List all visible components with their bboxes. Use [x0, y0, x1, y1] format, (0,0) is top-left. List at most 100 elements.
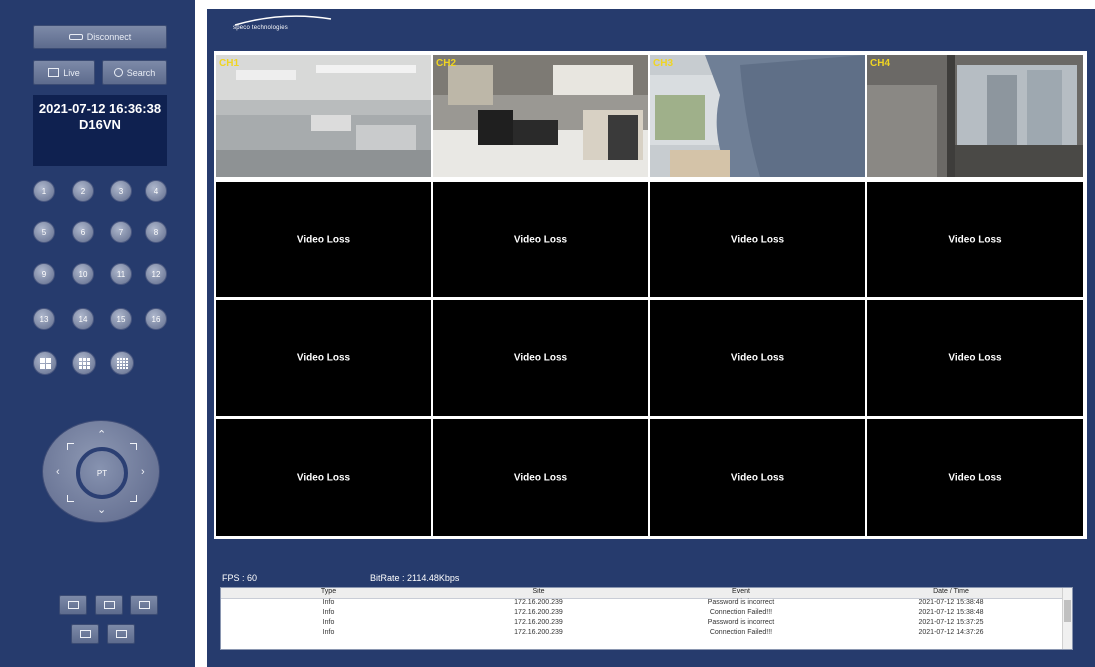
camera-view-ch15[interactable]: Video Loss: [650, 419, 865, 536]
layout-3x3-button[interactable]: [72, 351, 96, 375]
camera-view-ch4[interactable]: CH4: [867, 55, 1083, 177]
column-header-date-time[interactable]: Date / Time: [841, 588, 1061, 598]
channel-button-1[interactable]: 1: [33, 180, 55, 202]
disconnect-label: Disconnect: [86, 32, 132, 42]
cell-date-time: 2021-07-12 15:38:48: [918, 599, 984, 606]
camera-view-ch13[interactable]: Video Loss: [216, 419, 431, 536]
channel-button-14[interactable]: 14: [72, 308, 94, 330]
cell-event: Password is incorrect: [707, 619, 775, 626]
column-header-event[interactable]: Event: [641, 588, 841, 598]
camera-view-ch7[interactable]: Video Loss: [650, 182, 865, 297]
event-log-header: Type Site Event Date / Time: [221, 588, 1072, 599]
video-loss-text: Video Loss: [296, 352, 351, 364]
log-scrollbar-thumb[interactable]: [1064, 600, 1071, 622]
ptz-label: PT: [96, 468, 108, 478]
channel-label: CH1: [219, 58, 240, 69]
datetime-display: 2021-07-12 16:36:38: [38, 101, 162, 116]
logo-text: speco technologies: [233, 25, 288, 31]
search-icon: [113, 68, 123, 77]
search-button[interactable]: Search: [102, 60, 167, 85]
table-row[interactable]: Info 172.16.200.239 Password is incorrec…: [221, 619, 1072, 629]
video-loss-text: Video Loss: [296, 472, 351, 483]
camera-view-ch1[interactable]: CH1: [216, 55, 431, 177]
column-header-site[interactable]: Site: [436, 588, 641, 598]
tool-button-1[interactable]: [59, 595, 87, 615]
table-row[interactable]: Info 172.16.200.239 Connection Failed!!!…: [221, 629, 1072, 639]
channel-button-11[interactable]: 11: [110, 263, 132, 285]
camera-view-ch9[interactable]: Video Loss: [216, 300, 431, 416]
tool-button-5[interactable]: [107, 624, 135, 644]
live-icon: [48, 68, 60, 77]
camera-view-ch10[interactable]: Video Loss: [433, 300, 648, 416]
ptz-up-left-icon[interactable]: [67, 443, 74, 450]
record-icon: [138, 601, 150, 609]
channel-button-2[interactable]: 2: [72, 180, 94, 202]
logo: speco technologies: [233, 15, 333, 39]
channel-button-16[interactable]: 16: [145, 308, 167, 330]
ptz-left-arrow-icon[interactable]: ‹: [56, 467, 60, 478]
camera-view-ch11[interactable]: Video Loss: [650, 300, 865, 416]
log-scrollbar[interactable]: [1062, 588, 1072, 649]
disconnect-button[interactable]: Disconnect: [33, 25, 167, 49]
camera-view-ch6[interactable]: Video Loss: [433, 182, 648, 297]
cell-date-time: 2021-07-12 15:37:25: [918, 619, 984, 626]
video-loss-text: Video Loss: [730, 472, 785, 483]
channel-button-15[interactable]: 15: [110, 308, 132, 330]
live-button[interactable]: Live: [33, 60, 95, 85]
video-loss-text: Video Loss: [296, 234, 351, 245]
video-loss-text: Video Loss: [948, 472, 1002, 483]
layout-2x2-button[interactable]: [33, 351, 57, 375]
channel-button-8[interactable]: 8: [145, 221, 167, 243]
ptz-up-right-icon[interactable]: [130, 443, 137, 450]
tool-button-3[interactable]: [130, 595, 158, 615]
channel-button-4[interactable]: 4: [145, 180, 167, 202]
layout-4x4-button[interactable]: [110, 351, 134, 375]
channel-button-13[interactable]: 13: [33, 308, 55, 330]
ptz-right-arrow-icon[interactable]: ›: [141, 467, 145, 478]
channel-label: CH4: [870, 58, 891, 69]
sidebar: Disconnect Live Search 2021-07-12 16:36:…: [0, 0, 195, 667]
video-loss-text: Video Loss: [513, 472, 568, 483]
camera-view-ch3[interactable]: CH3: [650, 55, 865, 177]
search-label: Search: [126, 67, 156, 78]
camera-view-ch5[interactable]: Video Loss: [216, 182, 431, 297]
ptz-down-left-icon[interactable]: [67, 495, 74, 502]
camera-view-ch2[interactable]: CH2: [433, 55, 648, 177]
video-loss-text: Video Loss: [948, 352, 1002, 364]
cell-date-time: 2021-07-12 14:37:26: [918, 629, 984, 636]
app-window: Disconnect Live Search 2021-07-12 16:36:…: [0, 0, 1095, 667]
ptz-down-right-icon[interactable]: [130, 495, 137, 502]
2x2-grid-icon: [39, 357, 51, 369]
channel-button-7[interactable]: 7: [110, 221, 132, 243]
video-wall: CH1 CH2 CH3 CH4 Video Loss Video Loss Vi…: [214, 51, 1087, 539]
camera-view-ch8[interactable]: Video Loss: [867, 182, 1083, 297]
camera-view-ch16[interactable]: Video Loss: [867, 419, 1083, 536]
camera-feed-image: [216, 55, 431, 177]
camera-view-ch14[interactable]: Video Loss: [433, 419, 648, 536]
camera-feed-image: [867, 55, 1083, 177]
cell-site: 172.16.200.239: [514, 619, 563, 626]
event-log-table[interactable]: Type Site Event Date / Time Info 172.16.…: [220, 587, 1073, 650]
channel-button-9[interactable]: 9: [33, 263, 55, 285]
disconnect-icon: [68, 34, 83, 40]
channel-button-10[interactable]: 10: [72, 263, 94, 285]
cell-site: 172.16.200.239: [514, 609, 563, 616]
camera-view-ch12[interactable]: Video Loss: [867, 300, 1083, 416]
camera-feed-image: [433, 55, 648, 177]
ptz-center-button[interactable]: PT: [76, 447, 128, 499]
cell-type: Info: [322, 599, 335, 606]
column-header-type[interactable]: Type: [221, 588, 436, 598]
tool-button-2[interactable]: [95, 595, 123, 615]
channel-button-12[interactable]: 12: [145, 263, 167, 285]
channel-button-6[interactable]: 6: [72, 221, 94, 243]
table-row[interactable]: Info 172.16.200.239 Connection Failed!!!…: [221, 609, 1072, 619]
ptz-down-arrow-icon[interactable]: ⌄: [97, 505, 106, 516]
channel-label: CH2: [436, 58, 457, 69]
tool-button-4[interactable]: [71, 624, 99, 644]
3x3-grid-icon: [78, 357, 90, 369]
table-row[interactable]: Info 172.16.200.239 Password is incorrec…: [221, 599, 1072, 609]
video-loss-text: Video Loss: [948, 234, 1002, 245]
channel-button-3[interactable]: 3: [110, 180, 132, 202]
channel-button-5[interactable]: 5: [33, 221, 55, 243]
ptz-up-arrow-icon[interactable]: ⌃: [97, 430, 106, 441]
